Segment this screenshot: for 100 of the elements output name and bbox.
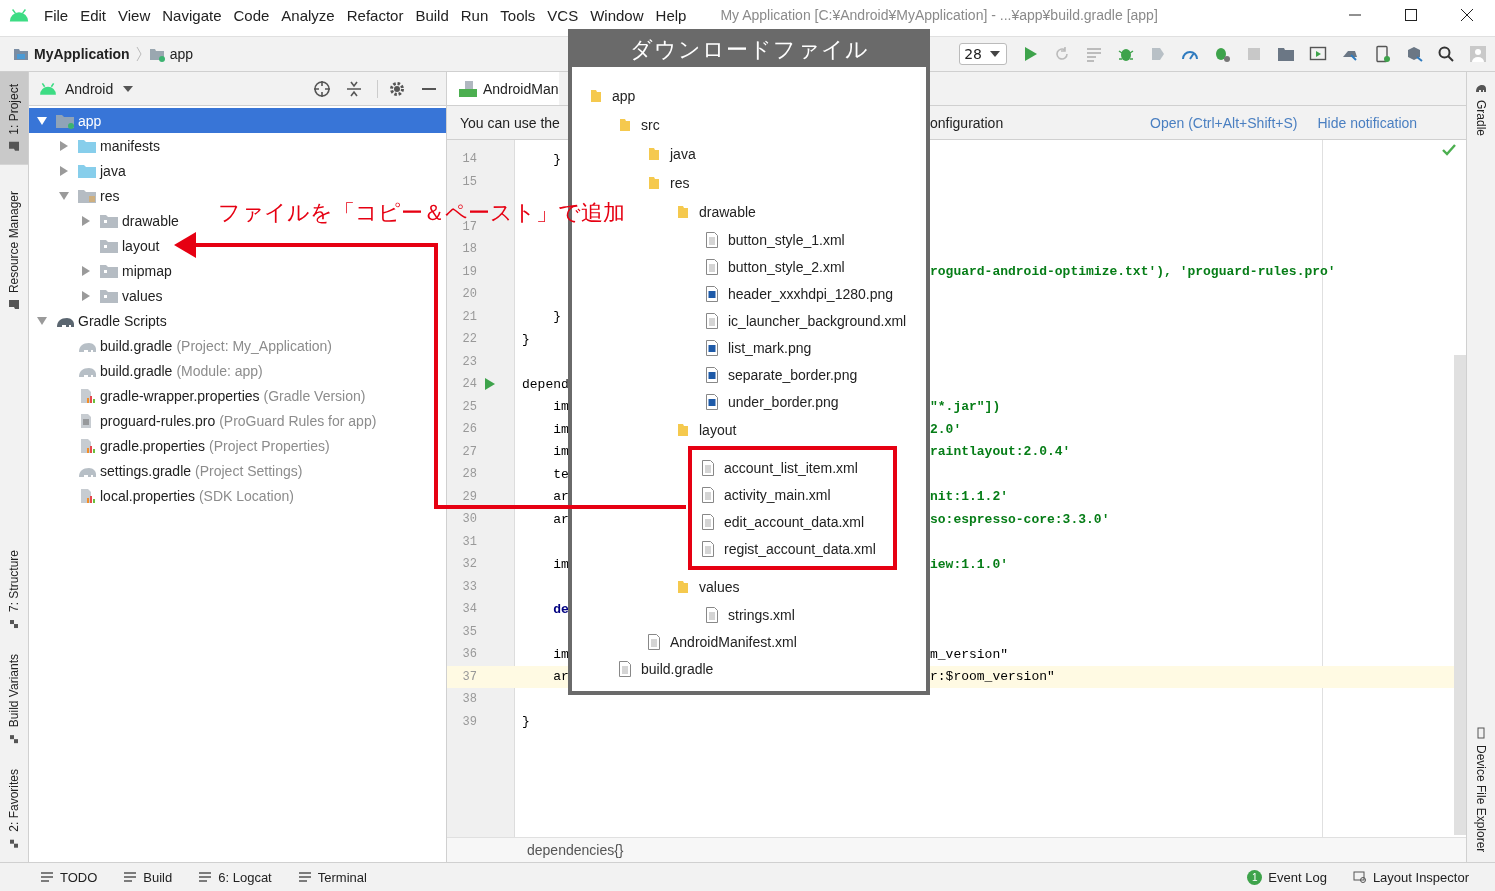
tool-window-tab[interactable]: Gradle [1467, 72, 1495, 147]
run-gutter-icon[interactable] [485, 378, 495, 391]
editor-tab[interactable]: AndroidMan [447, 72, 559, 105]
elephant-icon [1475, 82, 1487, 94]
project-view-dropdown[interactable]: Android [65, 80, 114, 97]
tree-arrow-icon[interactable] [81, 265, 91, 276]
tree-arrow-icon[interactable] [37, 315, 47, 326]
caret-icon[interactable] [990, 51, 1000, 57]
menu-item[interactable]: Refactor [346, 6, 404, 24]
target-icon[interactable] [313, 79, 331, 98]
tool-window-tab[interactable]: Build Variants [0, 642, 28, 758]
tree-item[interactable]: manifests [29, 133, 166, 158]
menu-item[interactable]: Window [590, 6, 644, 24]
tree-arrow-icon[interactable] [81, 290, 91, 301]
tree-arrow-icon[interactable] [59, 165, 69, 176]
line-number: 25 [462, 399, 477, 414]
folder-icon[interactable] [1277, 45, 1295, 63]
menu-item[interactable]: VCS [547, 6, 579, 24]
code-text: im [552, 399, 569, 415]
breadcrumb-item[interactable]: MyApplication [34, 46, 130, 62]
tree-item[interactable]: java [29, 158, 132, 183]
tool-window-button[interactable]: Layout Inspector [1352, 869, 1469, 885]
close-icon[interactable] [1461, 9, 1473, 21]
folder-icon [55, 112, 75, 129]
screen-icon[interactable] [1309, 45, 1327, 63]
file-name: account_list_item.xml [724, 459, 858, 476]
tree-item[interactable]: res [29, 183, 126, 208]
notification-link[interactable]: Open (Ctrl+Alt+Shift+S) [1150, 114, 1298, 131]
scrollbar-thumb[interactable] [1454, 355, 1466, 835]
search-icon[interactable] [1437, 45, 1455, 63]
code-text: } [552, 151, 561, 167]
document-icon [706, 231, 718, 248]
tree-item-label: gradle.properties [100, 437, 206, 454]
folder-icon [99, 287, 119, 304]
menu-item[interactable]: Code [233, 6, 270, 24]
menu-item[interactable]: Run [460, 6, 489, 24]
window-title: My Application [C:¥Android¥MyApplication] - ...¥app¥build.gradle [app] [720, 7, 1158, 23]
collapse-all-icon[interactable] [345, 79, 363, 98]
document-icon [702, 513, 714, 530]
line-number: 18 [462, 242, 477, 257]
folder-icon [677, 578, 689, 595]
tree-item[interactable]: layout [29, 233, 166, 258]
tool-window-button[interactable]: 1 Event Log [1247, 869, 1327, 885]
file-name: ic_launcher_background.xml [728, 312, 907, 329]
menu-item[interactable]: Analyze [281, 6, 335, 24]
document-icon [702, 540, 714, 557]
maximize-icon[interactable] [1405, 9, 1417, 21]
menu-item[interactable]: File [44, 6, 69, 24]
tree-item[interactable]: drawable [29, 208, 185, 233]
tree-item[interactable]: gradle.properties (Project Properties) [29, 433, 336, 458]
tree-arrow-icon[interactable] [37, 115, 47, 126]
document-icon [648, 633, 660, 650]
tool-window-tab[interactable]: 2: Favorites [0, 757, 28, 862]
tree-item[interactable]: build.gradle (Module: app) [29, 358, 269, 383]
tree-item[interactable]: local.properties (SDK Location) [29, 483, 300, 508]
menu-item[interactable]: View [118, 6, 151, 24]
file-name: activity_main.xml [724, 486, 831, 503]
tree-item[interactable]: values [29, 283, 169, 308]
tree-item[interactable]: build.gradle (Project: My_Application) [29, 333, 338, 358]
device-icon[interactable] [1373, 45, 1391, 63]
tree-item[interactable]: Gradle Scripts [29, 308, 173, 333]
tree-item[interactable]: app [29, 108, 446, 133]
tool-window-button[interactable]: Terminal [297, 869, 367, 885]
menu-item[interactable]: Tools [500, 6, 536, 24]
notification-link[interactable]: Hide notification [1317, 114, 1418, 131]
menu-item[interactable]: Navigate [162, 6, 222, 24]
tree-item[interactable]: proguard-rules.pro (ProGuard Rules for app) [29, 408, 383, 433]
tool-window-button[interactable]: TODO [40, 869, 98, 885]
document-icon [702, 459, 714, 476]
file-name: edit_account_data.xml [724, 513, 865, 530]
code-breadcrumb[interactable]: dependencies{} [527, 842, 624, 858]
tool-window-tab[interactable]: 7: Structure [0, 538, 28, 643]
line-number: 23 [462, 354, 477, 369]
menu-item[interactable]: Build [415, 6, 449, 24]
tree-item-hint: (Gradle Version) [263, 387, 366, 404]
tool-window-tab[interactable]: Resource Manager [0, 178, 28, 323]
tree-item[interactable]: settings.gradle (Project Settings) [29, 458, 309, 483]
code-text: raintlayout:2.0.4' [930, 444, 1071, 460]
api-level-dropdown[interactable]: 28 [959, 43, 1007, 65]
image-file-icon [706, 366, 718, 383]
file-name: drawable [699, 203, 756, 220]
tree-item[interactable]: mipmap [29, 258, 178, 283]
tool-window-tab[interactable]: Device File Explorer [1467, 716, 1495, 862]
menu-item[interactable]: Help [655, 6, 687, 24]
tree-item-hint: (Module: app) [176, 362, 263, 379]
tree-arrow-icon[interactable] [59, 190, 69, 201]
tool-window-button[interactable]: Build [123, 869, 173, 885]
tree-arrow-icon[interactable] [59, 140, 69, 151]
breadcrumb-item[interactable]: app [169, 46, 194, 62]
menu-item[interactable]: Edit [80, 6, 107, 24]
code-text: de [552, 601, 569, 617]
tree-item-label: build.gradle [100, 362, 173, 379]
tool-window-button[interactable]: 6: Logcat [198, 869, 272, 885]
tool-window-tab[interactable]: 1: Project [0, 72, 28, 165]
caret-icon[interactable] [123, 85, 134, 92]
settings-icon[interactable] [377, 79, 406, 98]
tree-item[interactable]: gradle-wrapper.properties (Gradle Version) [29, 383, 372, 408]
line-number: 14 [462, 152, 477, 167]
tree-item-label: local.properties [100, 487, 195, 504]
tree-arrow-icon[interactable] [81, 215, 91, 226]
